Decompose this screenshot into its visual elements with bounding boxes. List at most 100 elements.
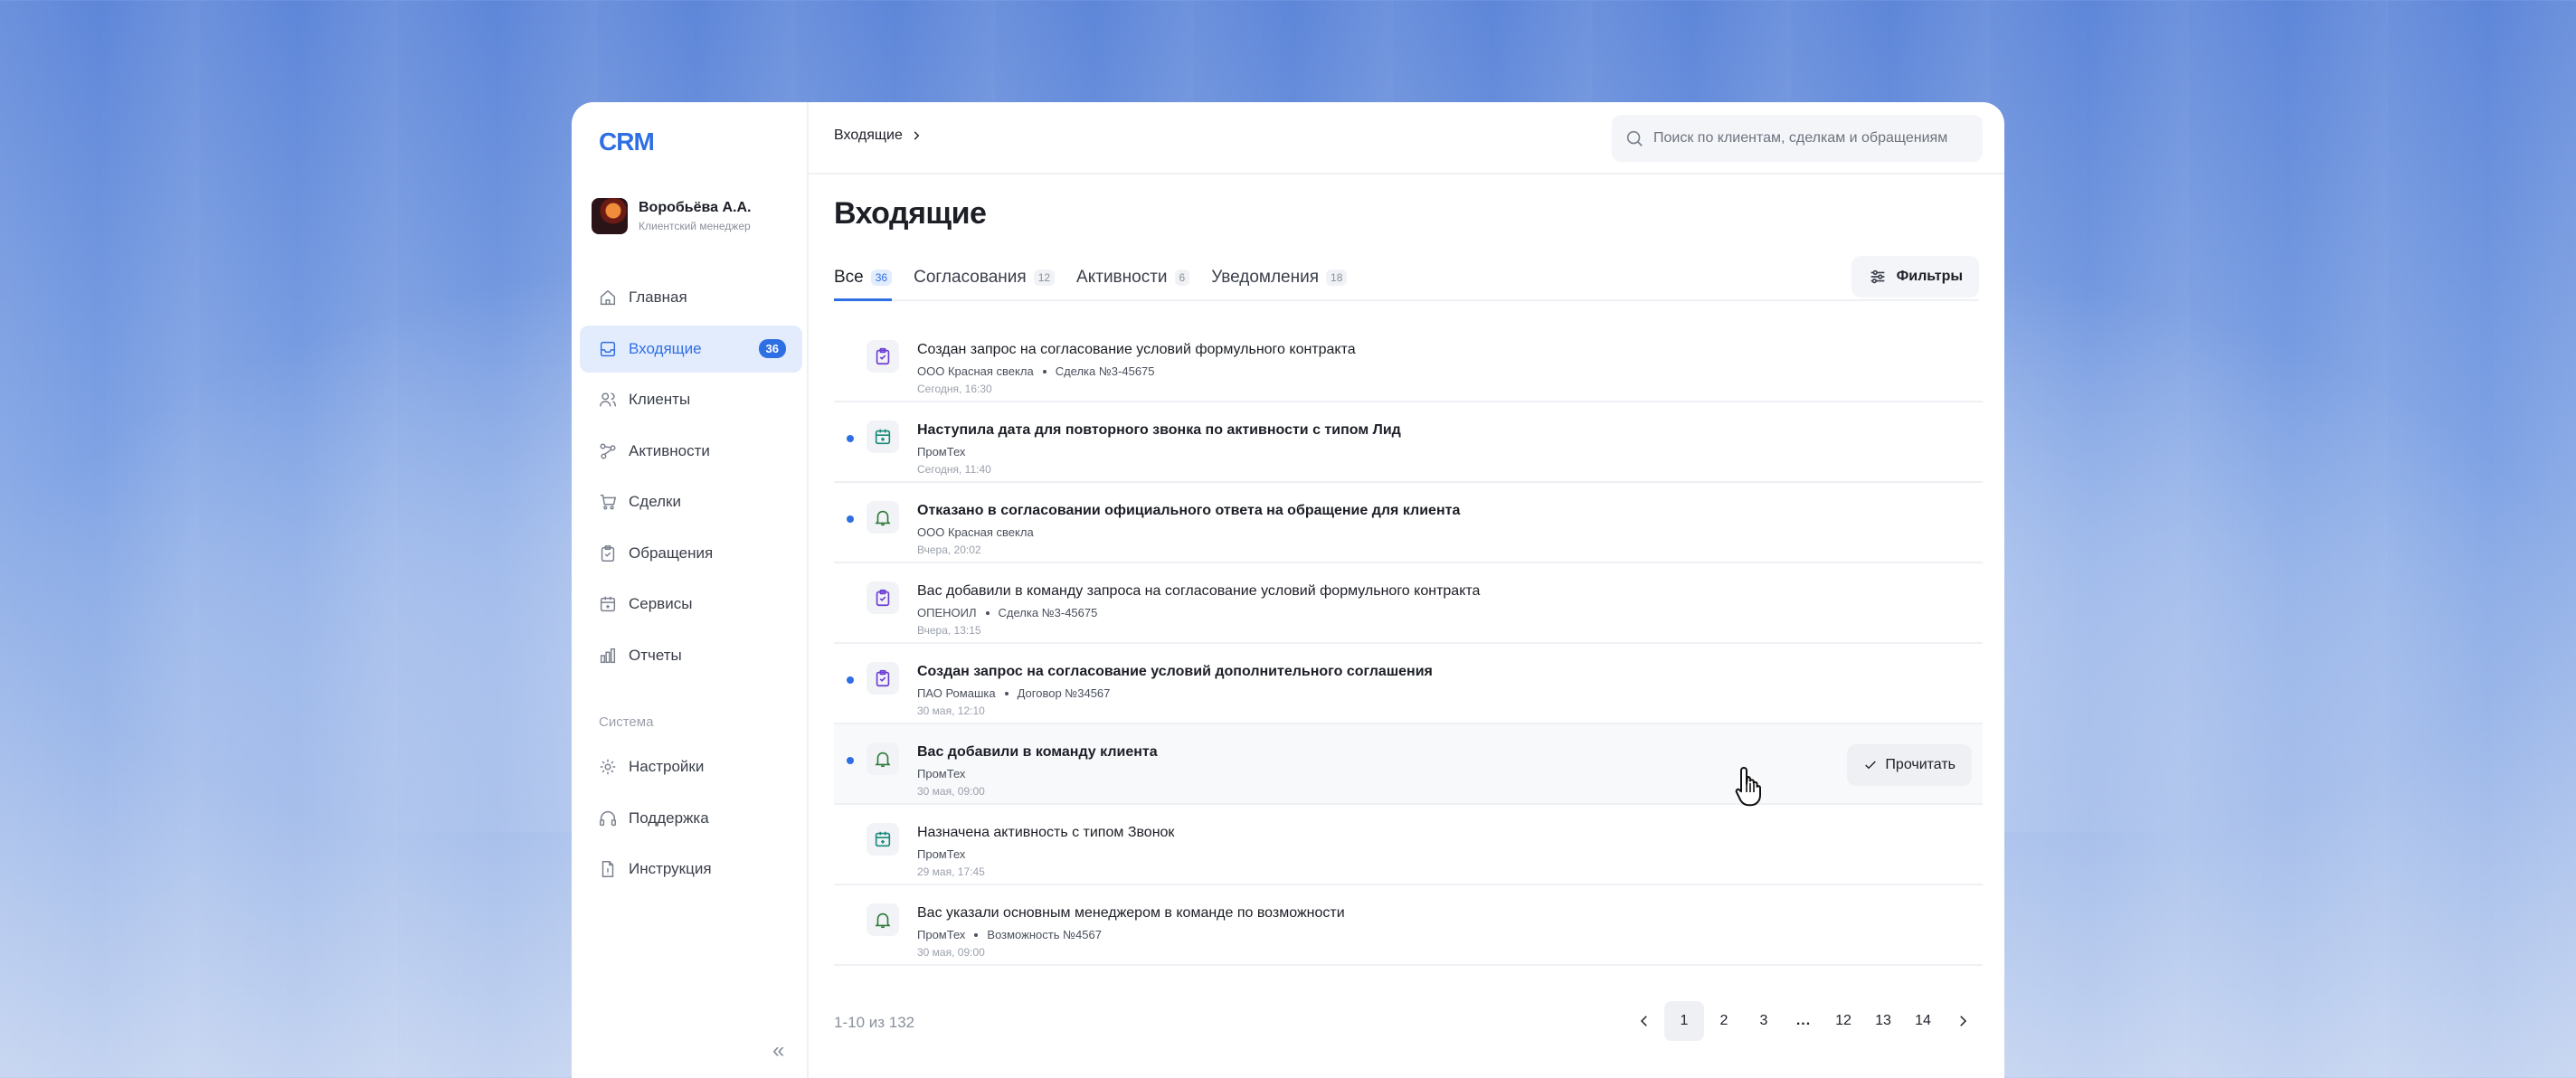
clipboard-check-icon xyxy=(867,340,899,373)
sidebar-item-services[interactable]: Сервисы xyxy=(580,581,802,628)
page-button[interactable]: 12 xyxy=(1823,1001,1863,1041)
message-row[interactable]: Создан запрос на согласование условий до… xyxy=(834,644,1983,724)
tab-activities[interactable]: Активности 6 xyxy=(1076,256,1190,299)
page-button[interactable]: 2 xyxy=(1704,1001,1744,1041)
sliders-icon xyxy=(1870,270,1884,284)
message-row[interactable]: Вас добавили в команду запроса на соглас… xyxy=(834,563,1983,644)
tab-all[interactable]: Все 36 xyxy=(834,256,893,301)
hand-cursor-icon xyxy=(1735,767,1761,807)
message-meta: ОПЕНОИЛ Сделка №3-45675 xyxy=(917,606,1097,619)
mark-read-label: Прочитать xyxy=(1885,757,1956,772)
chart-icon xyxy=(600,648,616,663)
pagination: 1 2 3... 12 13 14 xyxy=(1624,1001,1983,1041)
chevron-left-icon xyxy=(1640,1016,1647,1026)
meta-separator xyxy=(985,610,990,615)
headset-icon xyxy=(600,810,616,826)
app-logo[interactable]: CRM xyxy=(599,128,655,156)
main-content: Входящие Входящие Все 36 Согласования 12… xyxy=(809,102,2004,1078)
inbox-icon xyxy=(600,341,616,356)
sidebar-item-home[interactable]: Главная xyxy=(580,274,802,321)
sidebar-item-activities[interactable]: Активности xyxy=(580,428,802,475)
tab-label: Все xyxy=(834,268,864,287)
clipboard-check-icon xyxy=(867,662,899,695)
calendar-icon xyxy=(867,823,899,856)
sidebar-item-clients[interactable]: Клиенты xyxy=(580,376,802,423)
inbox-count-badge: 36 xyxy=(758,339,786,358)
sidebar-item-label: Отчеты xyxy=(629,646,682,664)
message-time: Вчера, 13:15 xyxy=(917,624,981,637)
sidebar-item-deals[interactable]: Сделки xyxy=(580,478,802,525)
tab-label: Активности xyxy=(1076,268,1168,287)
message-meta: ООО Красная свекла xyxy=(917,525,1034,539)
message-ref: Договор №34567 xyxy=(1017,686,1111,700)
message-ref: Сделка №3-45675 xyxy=(1055,364,1155,378)
sidebar-item-label: Сделки xyxy=(629,493,681,510)
sidebar-item-settings[interactable]: Настройки xyxy=(580,743,802,790)
page-button[interactable]: 1 xyxy=(1664,1001,1704,1041)
message-row[interactable]: Наступила дата для повторного звонка по … xyxy=(834,402,1983,483)
message-title: Вас добавили в команду запроса на соглас… xyxy=(917,583,1481,599)
message-meta: ПромТех xyxy=(917,767,965,780)
unread-dot xyxy=(847,676,854,684)
page-button[interactable]: 13 xyxy=(1863,1001,1903,1041)
system-nav: Настройки Поддержка Инструкция xyxy=(580,743,802,897)
message-meta: ПАО Ромашка Договор №34567 xyxy=(917,686,1110,700)
search-input[interactable] xyxy=(1653,130,1961,147)
message-row[interactable]: Вас указали основным менеджером в команд… xyxy=(834,885,1983,966)
gear-icon xyxy=(600,759,616,775)
user-role: Клиентский менеджер xyxy=(639,220,751,232)
meta-separator xyxy=(1004,691,1009,695)
clipboard-icon xyxy=(601,544,615,562)
message-title: Отказано в согласовании официального отв… xyxy=(917,503,1461,518)
message-time: Сегодня, 16:30 xyxy=(917,383,992,395)
unread-dot xyxy=(847,435,854,442)
message-meta: ПромТех xyxy=(917,445,965,459)
sidebar: CRM Воробьёва А.А. Клиентский менеджер Г… xyxy=(572,102,809,1078)
tab-notifications[interactable]: Уведомления 18 xyxy=(1211,256,1348,299)
user-profile[interactable]: Воробьёва А.А. Клиентский менеджер xyxy=(592,198,751,234)
message-title: Назначена активность с типом Звонок xyxy=(917,825,1175,840)
message-meta: ПромТех xyxy=(917,847,965,861)
prev-page-button[interactable] xyxy=(1624,1001,1664,1041)
message-ref: Сделка №3-45675 xyxy=(998,606,1098,619)
collapse-sidebar-icon[interactable]: « xyxy=(772,1038,784,1064)
topbar: Входящие xyxy=(809,102,2004,175)
sidebar-item-label: Главная xyxy=(629,288,687,306)
message-row[interactable]: Создан запрос на согласование условий фо… xyxy=(834,322,1983,402)
message-org: ПАО Ромашка xyxy=(917,686,996,700)
message-time: 30 мая, 09:00 xyxy=(917,946,985,959)
check-icon xyxy=(1865,761,1877,770)
tab-approvals[interactable]: Согласования 12 xyxy=(914,256,1056,299)
message-title: Наступила дата для повторного звонка по … xyxy=(917,422,1401,438)
next-page-button[interactable] xyxy=(1943,1001,1983,1041)
message-row[interactable]: Назначена активность с типом Звонок ПромТ… xyxy=(834,805,1983,885)
sidebar-item-inbox[interactable]: Входящие 36 xyxy=(580,325,802,373)
tab-count: 36 xyxy=(870,270,893,286)
tab-count: 12 xyxy=(1033,270,1056,286)
message-row[interactable]: Вас добавили в команду клиента ПромТех 30 … xyxy=(834,724,1983,805)
message-row[interactable]: Отказано в согласовании официального отв… xyxy=(834,483,1983,563)
message-title: Создан запрос на согласование условий до… xyxy=(917,664,1433,679)
sidebar-item-label: Инструкция xyxy=(629,860,712,877)
sidebar-item-reports[interactable]: Отчеты xyxy=(580,632,802,679)
message-title: Создан запрос на согласование условий фо… xyxy=(917,342,1356,357)
mark-read-button[interactable]: Прочитать xyxy=(1847,744,1972,786)
sidebar-item-requests[interactable]: Обращения xyxy=(580,530,802,577)
search-box[interactable] xyxy=(1612,115,1983,162)
message-org: ПромТех xyxy=(917,847,966,861)
breadcrumb-item: Входящие xyxy=(834,128,903,143)
page-button[interactable]: 14 xyxy=(1903,1001,1943,1041)
message-meta: ПромТех Возможность №4567 xyxy=(917,928,1102,941)
filters-button[interactable]: Фильтры xyxy=(1851,256,1979,298)
sidebar-item-label: Входящие xyxy=(629,339,702,357)
meta-separator xyxy=(1042,369,1046,374)
breadcrumb[interactable]: Входящие xyxy=(834,128,923,144)
message-org: ООО Красная свекла xyxy=(917,364,1034,378)
sidebar-item-instructions[interactable]: Инструкция xyxy=(580,846,802,893)
sidebar-item-label: Клиенты xyxy=(629,391,691,408)
sidebar-item-support[interactable]: Поддержка xyxy=(580,795,802,842)
meta-separator xyxy=(974,932,979,937)
page-button[interactable]: 3 xyxy=(1744,1001,1784,1041)
sidebar-item-label: Обращения xyxy=(629,544,714,562)
tab-label: Согласования xyxy=(914,268,1027,287)
